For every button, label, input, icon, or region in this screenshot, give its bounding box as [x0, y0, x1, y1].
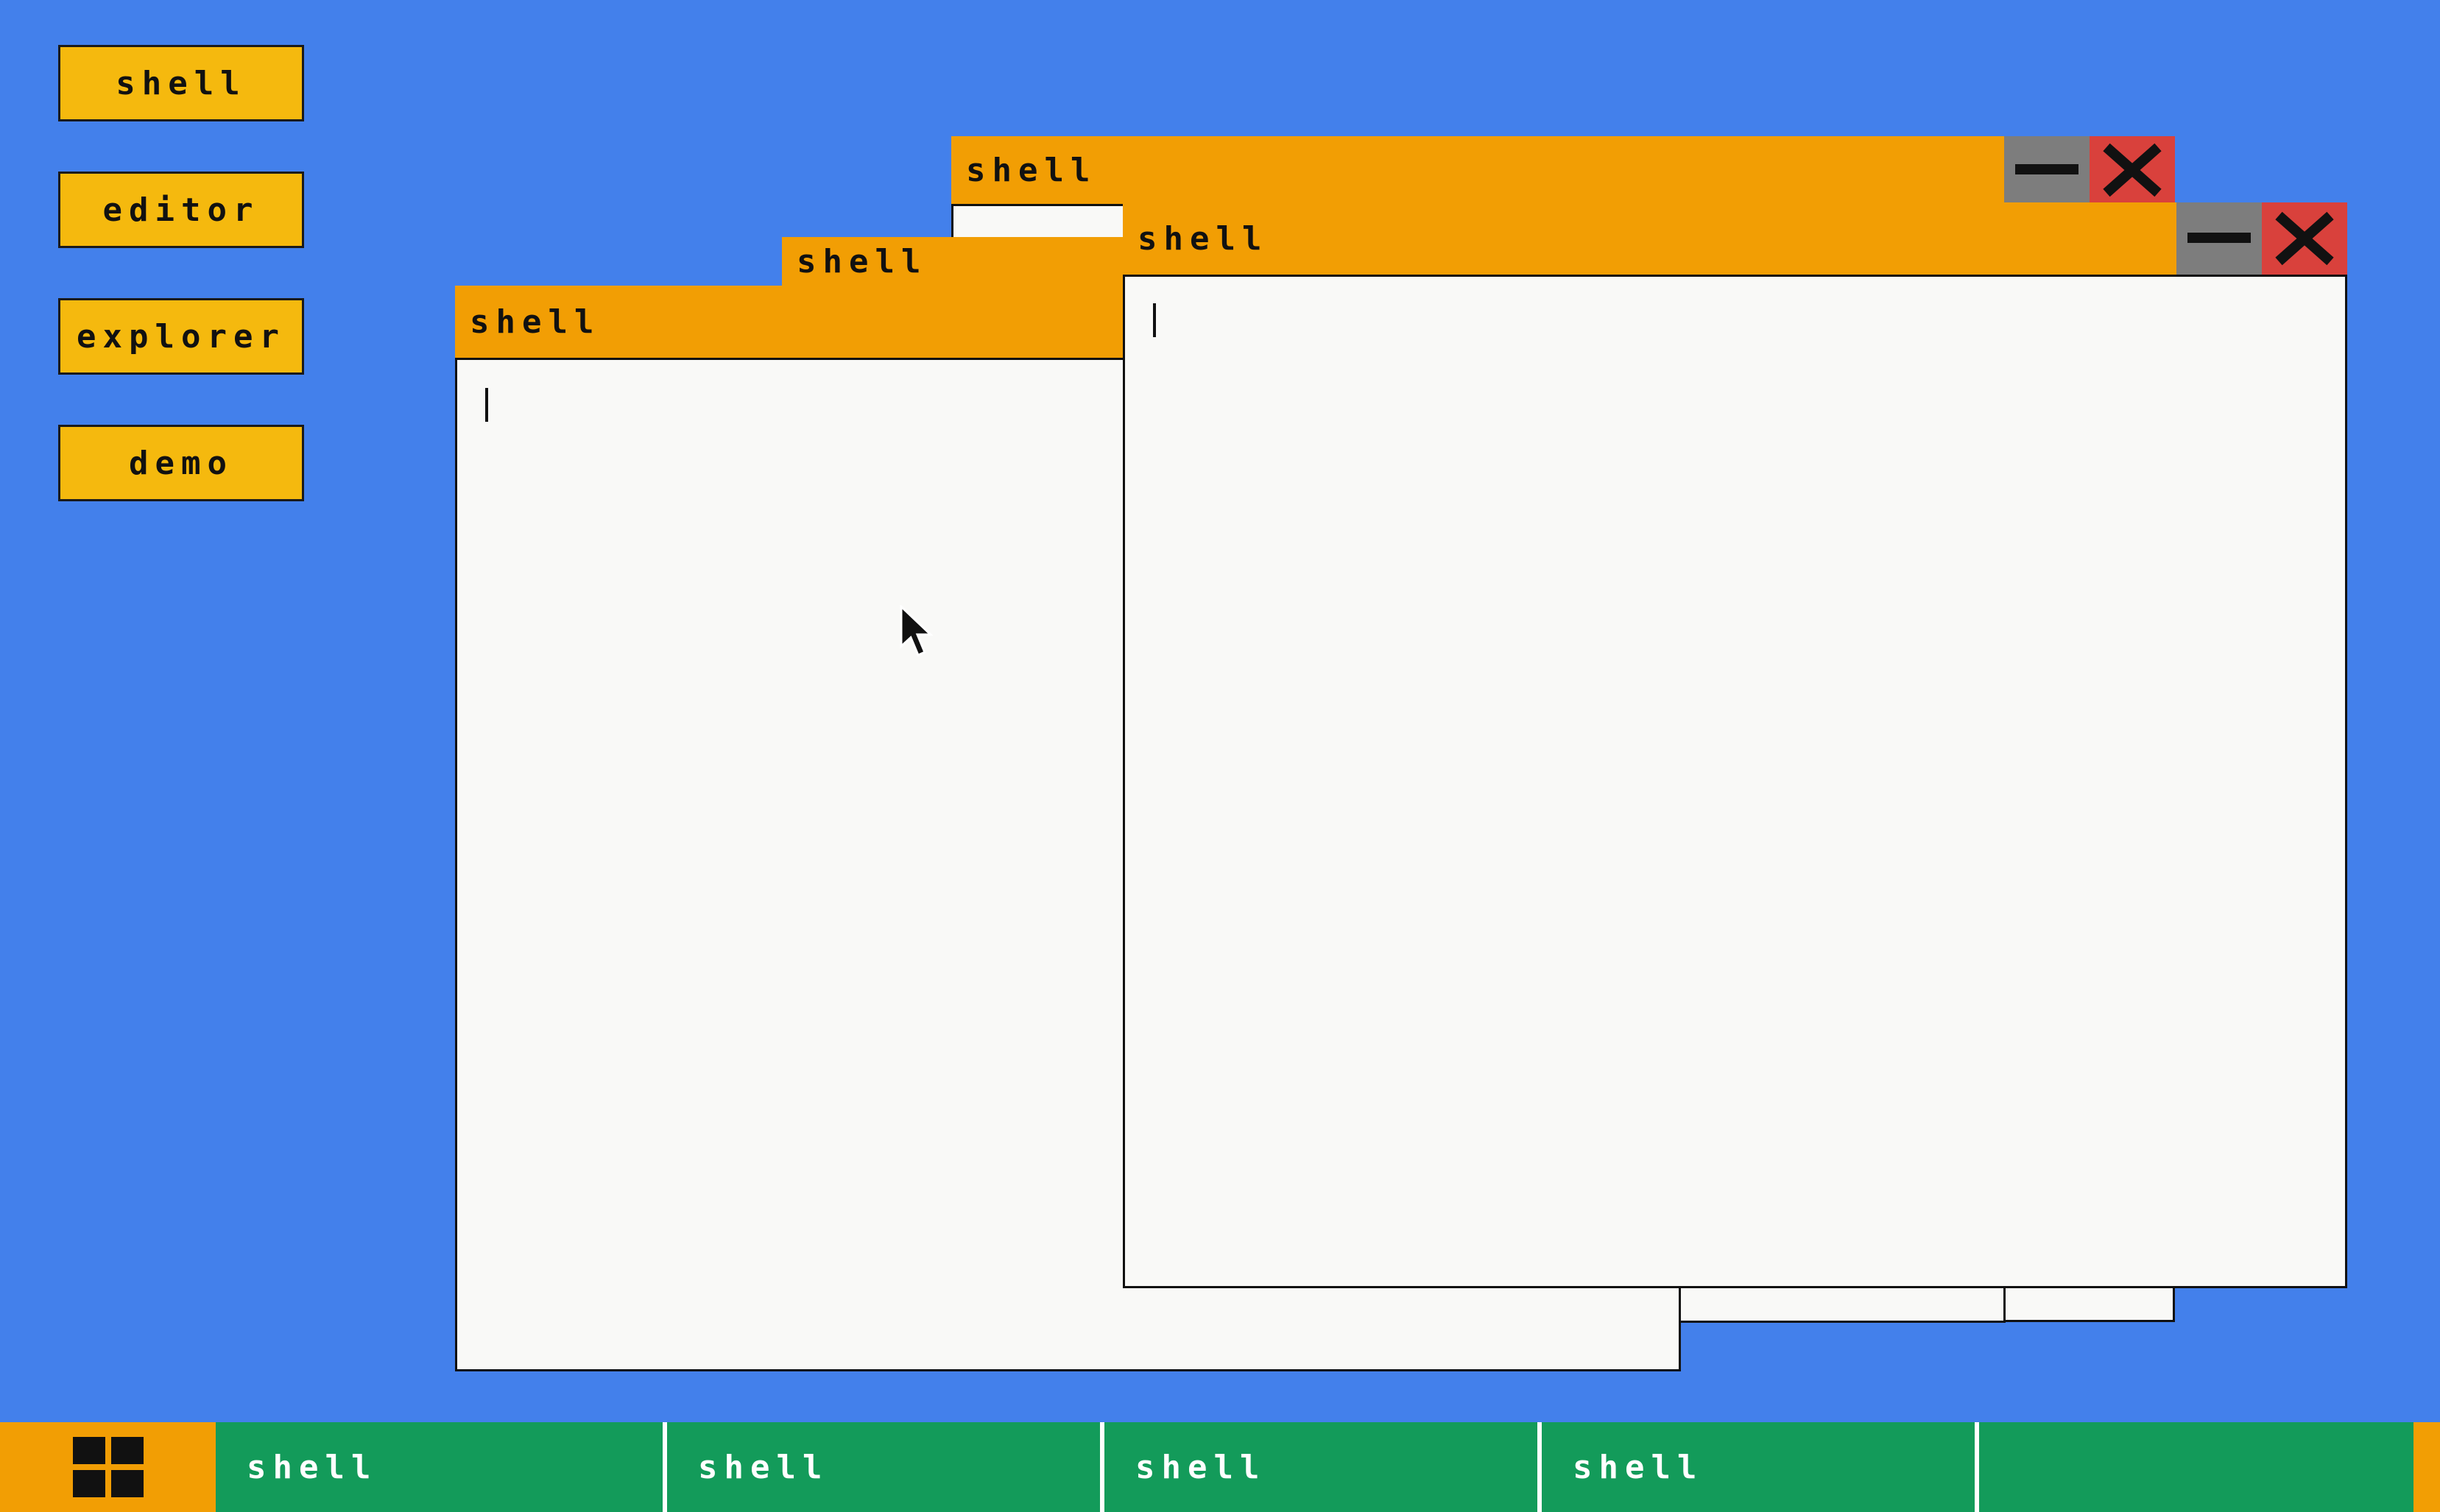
taskbar-item-label: shell: [247, 1448, 378, 1486]
taskbar-item-shell[interactable]: shell: [1542, 1422, 1976, 1512]
minimize-button[interactable]: [2004, 136, 2090, 204]
launcher-label: demo: [129, 444, 233, 482]
launcher-label: editor: [102, 191, 260, 229]
launcher-explorer-button[interactable]: explorer: [58, 298, 304, 375]
shell-window-d[interactable]: shell: [1123, 202, 2347, 1288]
start-button[interactable]: [0, 1422, 216, 1512]
taskbar: shell shell shell shell: [0, 1422, 2440, 1512]
launcher-label: shell: [116, 64, 247, 102]
taskbar-edge: [2413, 1422, 2440, 1512]
text-caret: [1153, 303, 1156, 337]
taskbar-item-shell[interactable]: shell: [1104, 1422, 1539, 1512]
taskbar-item-shell[interactable]: shell: [667, 1422, 1101, 1512]
taskbar-item-label: shell: [1573, 1448, 1704, 1486]
launcher-label: explorer: [77, 317, 286, 356]
window-title: shell: [470, 303, 601, 341]
minimize-icon: [2187, 233, 2251, 243]
launcher-demo-button[interactable]: demo: [58, 425, 304, 501]
launcher-shell-button[interactable]: shell: [58, 45, 304, 121]
close-button[interactable]: [2090, 136, 2175, 204]
launcher-editor-button[interactable]: editor: [58, 172, 304, 248]
text-caret: [485, 388, 488, 422]
minimize-button[interactable]: [2176, 202, 2262, 275]
mouse-pointer-icon: [900, 605, 934, 657]
window-content[interactable]: [1123, 275, 2347, 1288]
close-icon: [2103, 143, 2162, 197]
window-title: shell: [1138, 219, 1269, 258]
grid-icon: [72, 1437, 144, 1497]
window-title: shell: [966, 151, 1097, 189]
taskbar-divider: [1975, 1422, 1979, 1512]
close-button[interactable]: [2262, 202, 2347, 275]
window-title: shell: [797, 242, 928, 280]
window-titlebar[interactable]: shell: [1123, 202, 2347, 275]
taskbar-item-shell[interactable]: shell: [216, 1422, 650, 1512]
window-titlebar[interactable]: shell: [951, 136, 2175, 204]
taskbar-item-label: shell: [698, 1448, 829, 1486]
minimize-icon: [2015, 164, 2078, 174]
taskbar-item-label: shell: [1135, 1448, 1266, 1486]
close-icon: [2275, 211, 2334, 266]
